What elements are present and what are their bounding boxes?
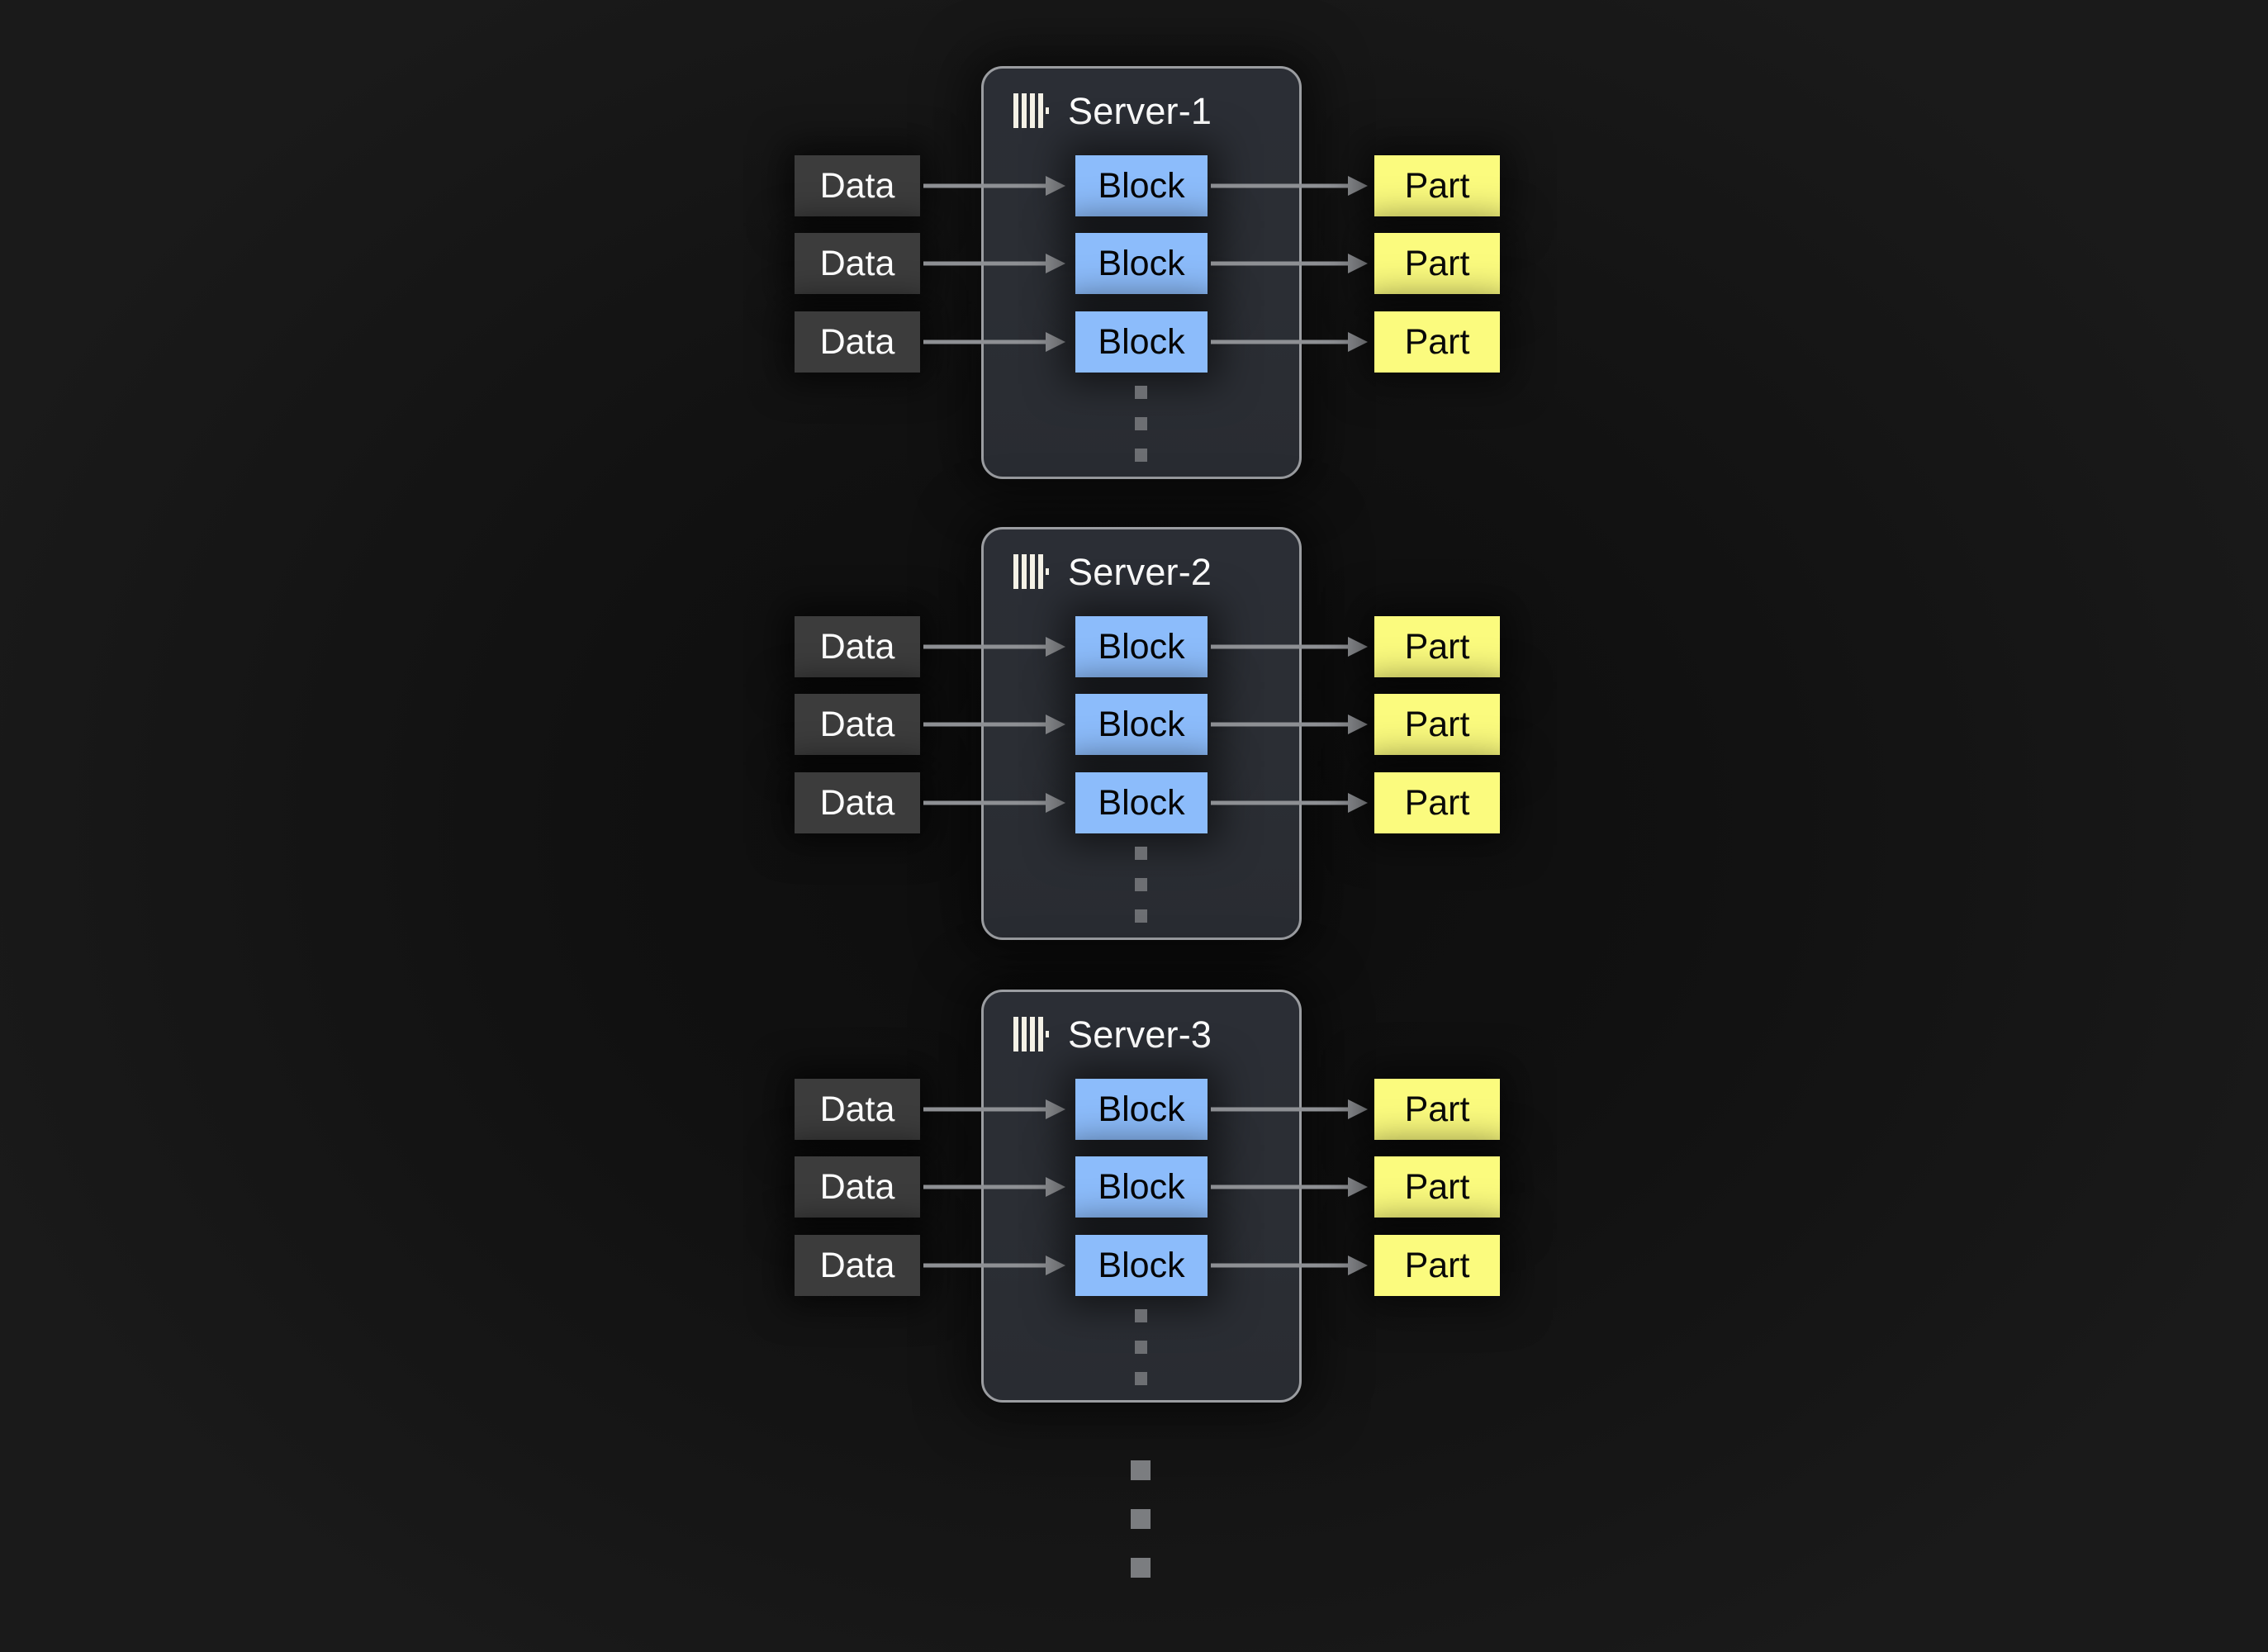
- vertical-ellipsis-icon: [1135, 1309, 1147, 1385]
- server-title: Server-1: [1068, 89, 1212, 132]
- diagram-canvas: Server-1 Data Block Part Data Block Part…: [0, 0, 2268, 1652]
- data-box[interactable]: Data: [795, 616, 920, 677]
- part-box[interactable]: Part: [1374, 311, 1500, 373]
- server-rack-icon: [1013, 93, 1049, 128]
- part-box[interactable]: Part: [1374, 1079, 1500, 1140]
- data-box[interactable]: Data: [795, 311, 920, 373]
- ellipsis-dot: [1135, 847, 1147, 860]
- ellipsis-dot: [1135, 449, 1147, 462]
- ellipsis-dot: [1135, 386, 1147, 399]
- vertical-ellipsis-icon: [1135, 386, 1147, 462]
- block-box[interactable]: Block: [1075, 772, 1208, 833]
- part-box[interactable]: Part: [1374, 694, 1500, 755]
- ellipsis-dot: [1131, 1509, 1151, 1529]
- data-box[interactable]: Data: [795, 155, 920, 216]
- part-box[interactable]: Part: [1374, 616, 1500, 677]
- block-box[interactable]: Block: [1075, 616, 1208, 677]
- block-box[interactable]: Block: [1075, 233, 1208, 294]
- block-box[interactable]: Block: [1075, 1156, 1208, 1218]
- block-box[interactable]: Block: [1075, 1235, 1208, 1296]
- ellipsis-dot: [1135, 417, 1147, 430]
- server-rack-icon: [1013, 1017, 1049, 1051]
- server-header-3: Server-3: [1013, 1011, 1212, 1057]
- data-box[interactable]: Data: [795, 233, 920, 294]
- vertical-ellipsis-icon: [1135, 847, 1147, 923]
- server-header-1: Server-1: [1013, 88, 1212, 134]
- server-header-2: Server-2: [1013, 548, 1212, 595]
- ellipsis-dot: [1135, 909, 1147, 923]
- part-box[interactable]: Part: [1374, 1156, 1500, 1218]
- block-box[interactable]: Block: [1075, 311, 1208, 373]
- data-box[interactable]: Data: [795, 694, 920, 755]
- ellipsis-dot: [1131, 1460, 1151, 1480]
- data-box[interactable]: Data: [795, 1235, 920, 1296]
- data-box[interactable]: Data: [795, 772, 920, 833]
- ellipsis-dot: [1135, 878, 1147, 891]
- block-box[interactable]: Block: [1075, 1079, 1208, 1140]
- data-box[interactable]: Data: [795, 1079, 920, 1140]
- ellipsis-dot: [1135, 1341, 1147, 1354]
- ellipsis-dot: [1135, 1309, 1147, 1322]
- ellipsis-dot: [1135, 1372, 1147, 1385]
- part-box[interactable]: Part: [1374, 155, 1500, 216]
- ellipsis-dot: [1131, 1558, 1151, 1578]
- part-box[interactable]: Part: [1374, 772, 1500, 833]
- part-box[interactable]: Part: [1374, 1235, 1500, 1296]
- more-servers-ellipsis-icon: [1131, 1460, 1151, 1578]
- block-box[interactable]: Block: [1075, 694, 1208, 755]
- data-box[interactable]: Data: [795, 1156, 920, 1218]
- block-box[interactable]: Block: [1075, 155, 1208, 216]
- part-box[interactable]: Part: [1374, 233, 1500, 294]
- server-title: Server-3: [1068, 1013, 1212, 1056]
- server-rack-icon: [1013, 554, 1049, 589]
- server-title: Server-2: [1068, 550, 1212, 593]
